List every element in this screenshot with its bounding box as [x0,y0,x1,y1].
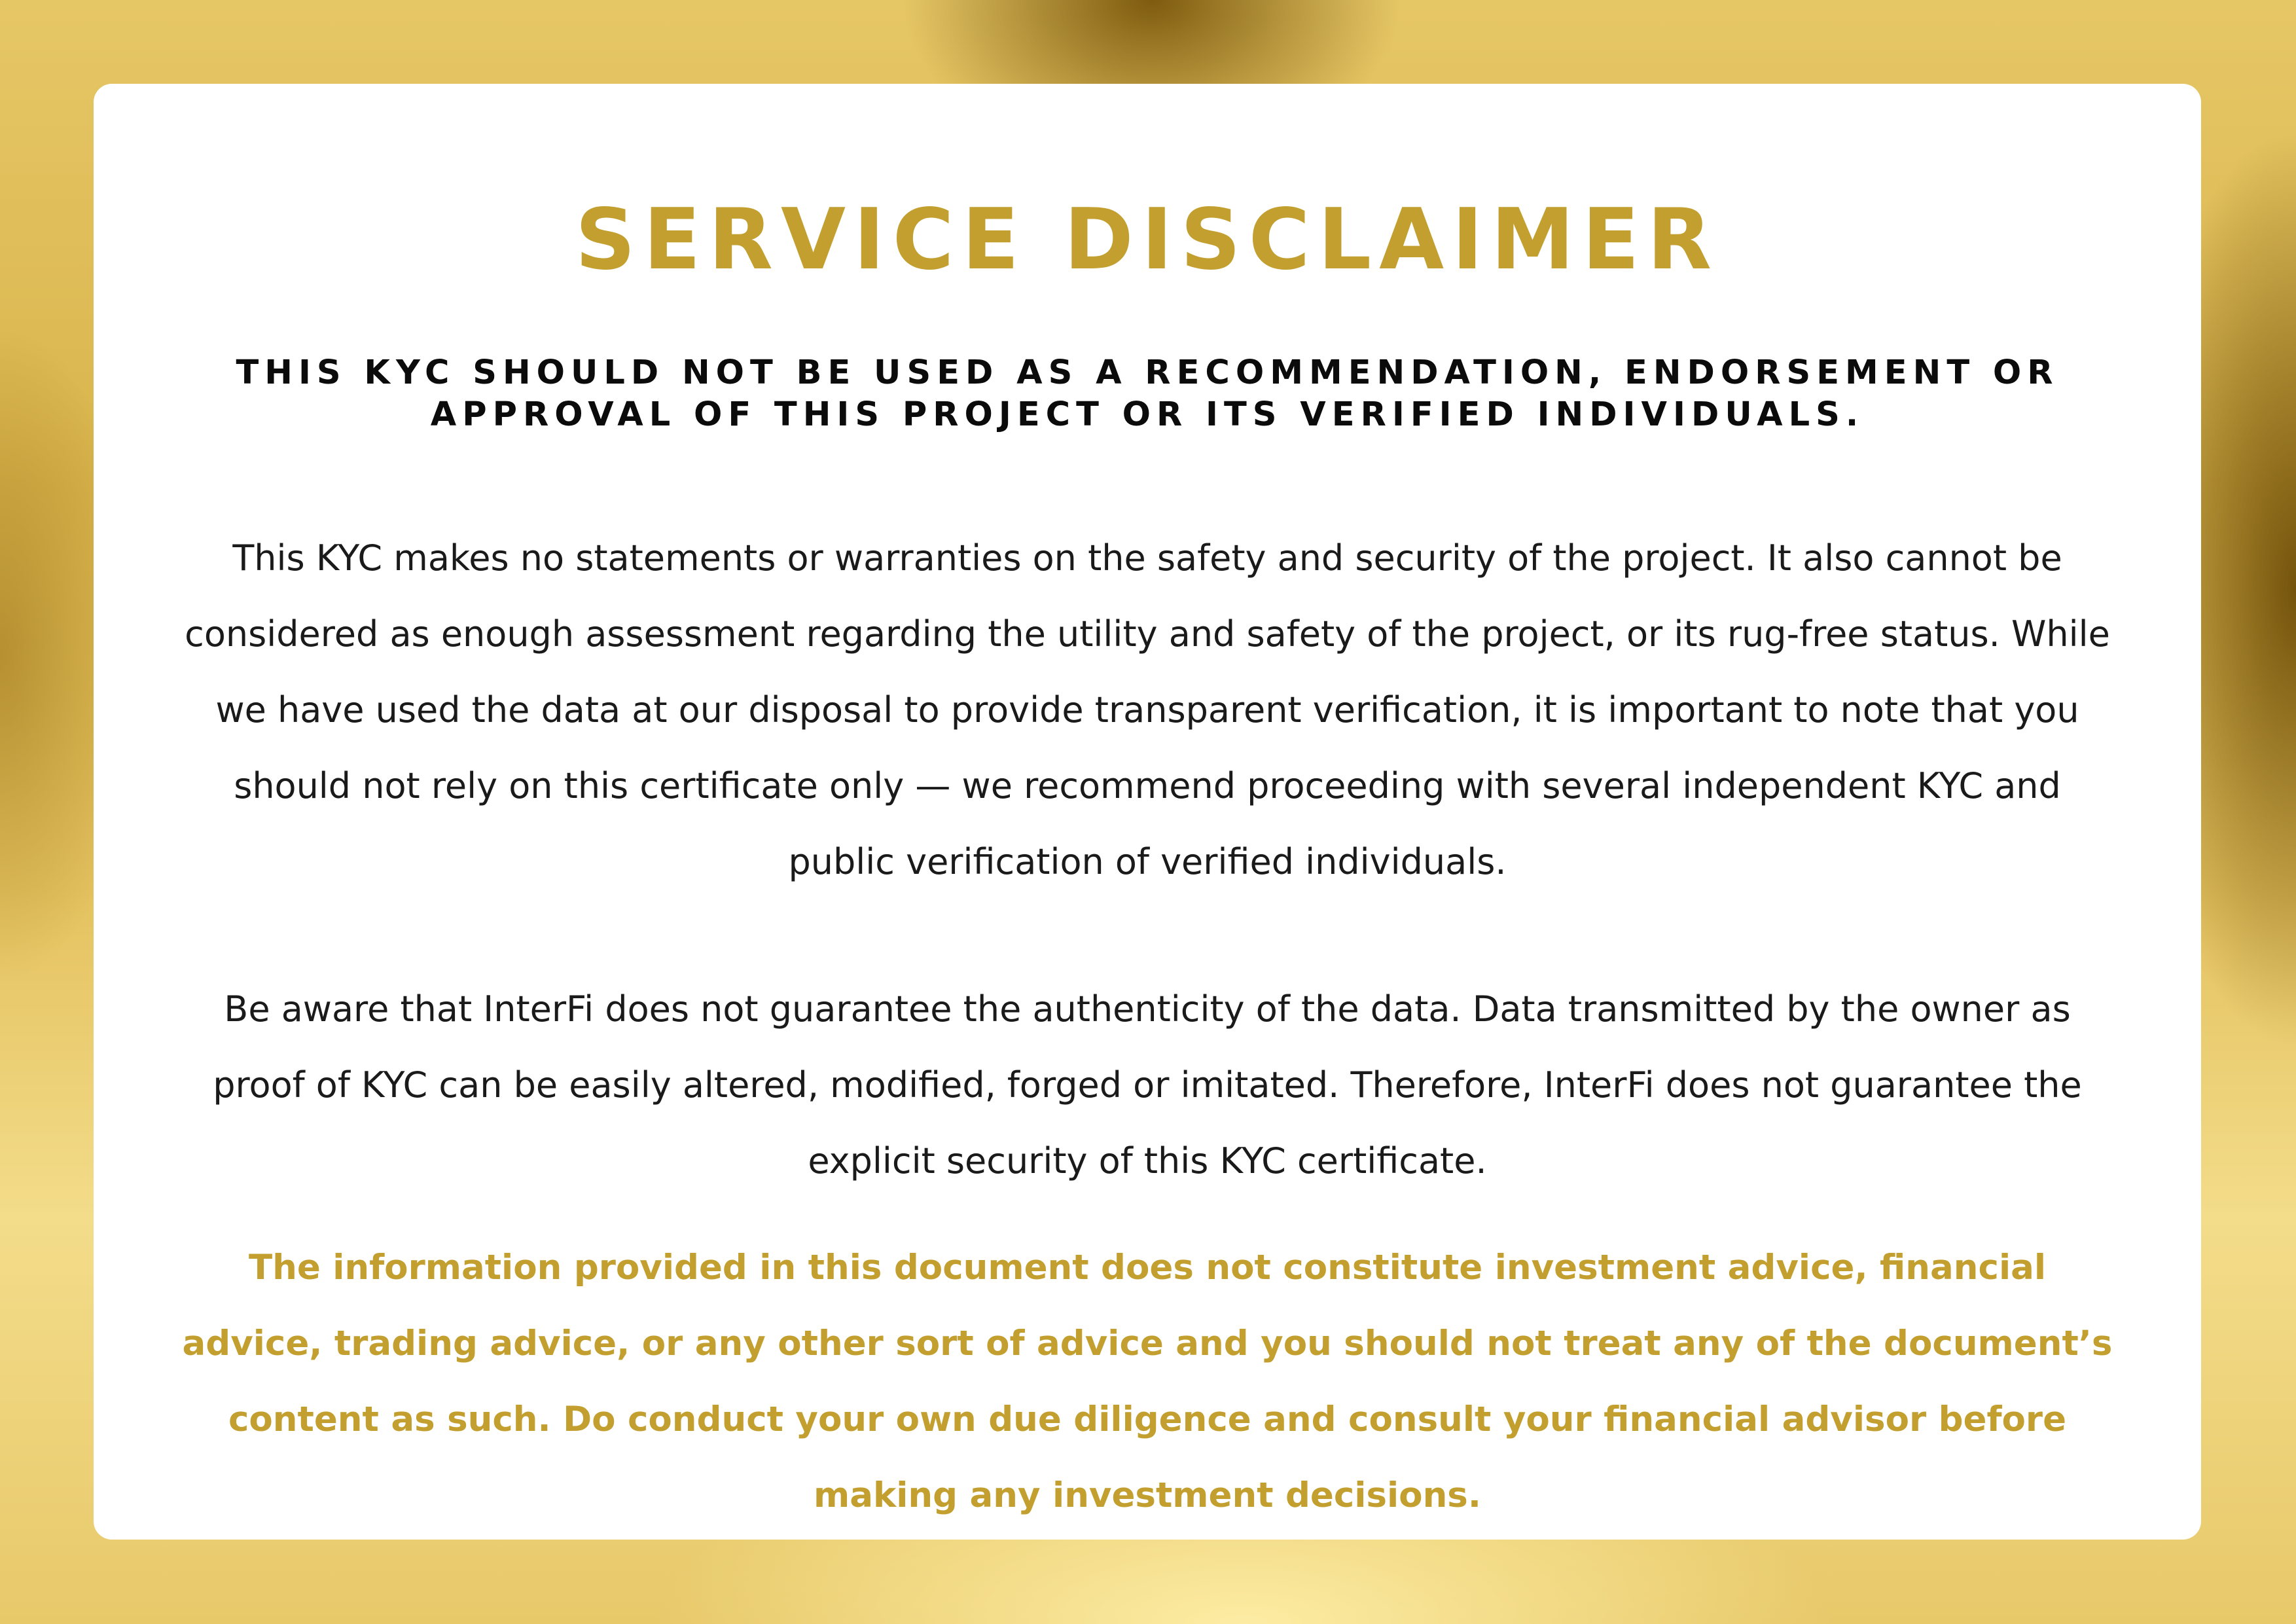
disclaimer-card: SERVICE DISCLAIMER THIS KYC SHOULD NOT B… [94,84,2201,1540]
disclaimer-paragraph-authenticity: Be aware that InterFi does not guarantee… [213,988,2082,1182]
disclaimer-paragraph-safety: This KYC makes no statements or warranti… [185,537,2110,882]
disclaimer-subtitle: THIS KYC SHOULD NOT BE USED AS A RECOMME… [236,353,2059,434]
page-title: SERVICE DISCLAIMER [575,191,1720,289]
disclaimer-paragraph-investment-advice: The information provided in this documen… [182,1248,2113,1515]
